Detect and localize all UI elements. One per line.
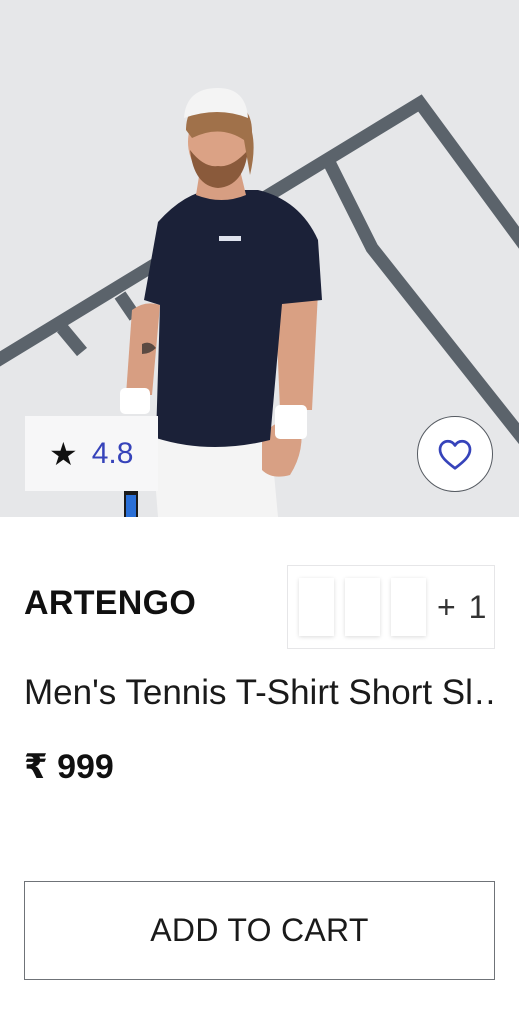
more-colors-count[interactable]: + 1 bbox=[437, 589, 488, 626]
star-icon: ★ bbox=[49, 435, 78, 472]
color-swatch[interactable] bbox=[345, 578, 380, 636]
color-swatch[interactable] bbox=[391, 578, 426, 636]
product-image[interactable]: ★ 4.8 bbox=[0, 0, 519, 517]
rating-badge: ★ 4.8 bbox=[25, 416, 158, 491]
product-price: ₹ 999 bbox=[24, 748, 114, 786]
product-card[interactable]: ★ 4.8 ARTENGO + 1 Men's Tennis T-Shirt S… bbox=[0, 0, 519, 1016]
rating-value: 4.8 bbox=[91, 436, 134, 470]
add-to-cart-button[interactable]: ADD TO CART bbox=[24, 881, 495, 980]
brand-name: ARTENGO bbox=[24, 584, 197, 622]
color-swatch[interactable] bbox=[299, 578, 334, 636]
color-swatches[interactable]: + 1 bbox=[287, 565, 495, 649]
product-title[interactable]: Men's Tennis T-Shirt Short Sl… bbox=[24, 673, 494, 713]
heart-icon bbox=[438, 439, 472, 470]
wishlist-button[interactable] bbox=[417, 416, 493, 492]
